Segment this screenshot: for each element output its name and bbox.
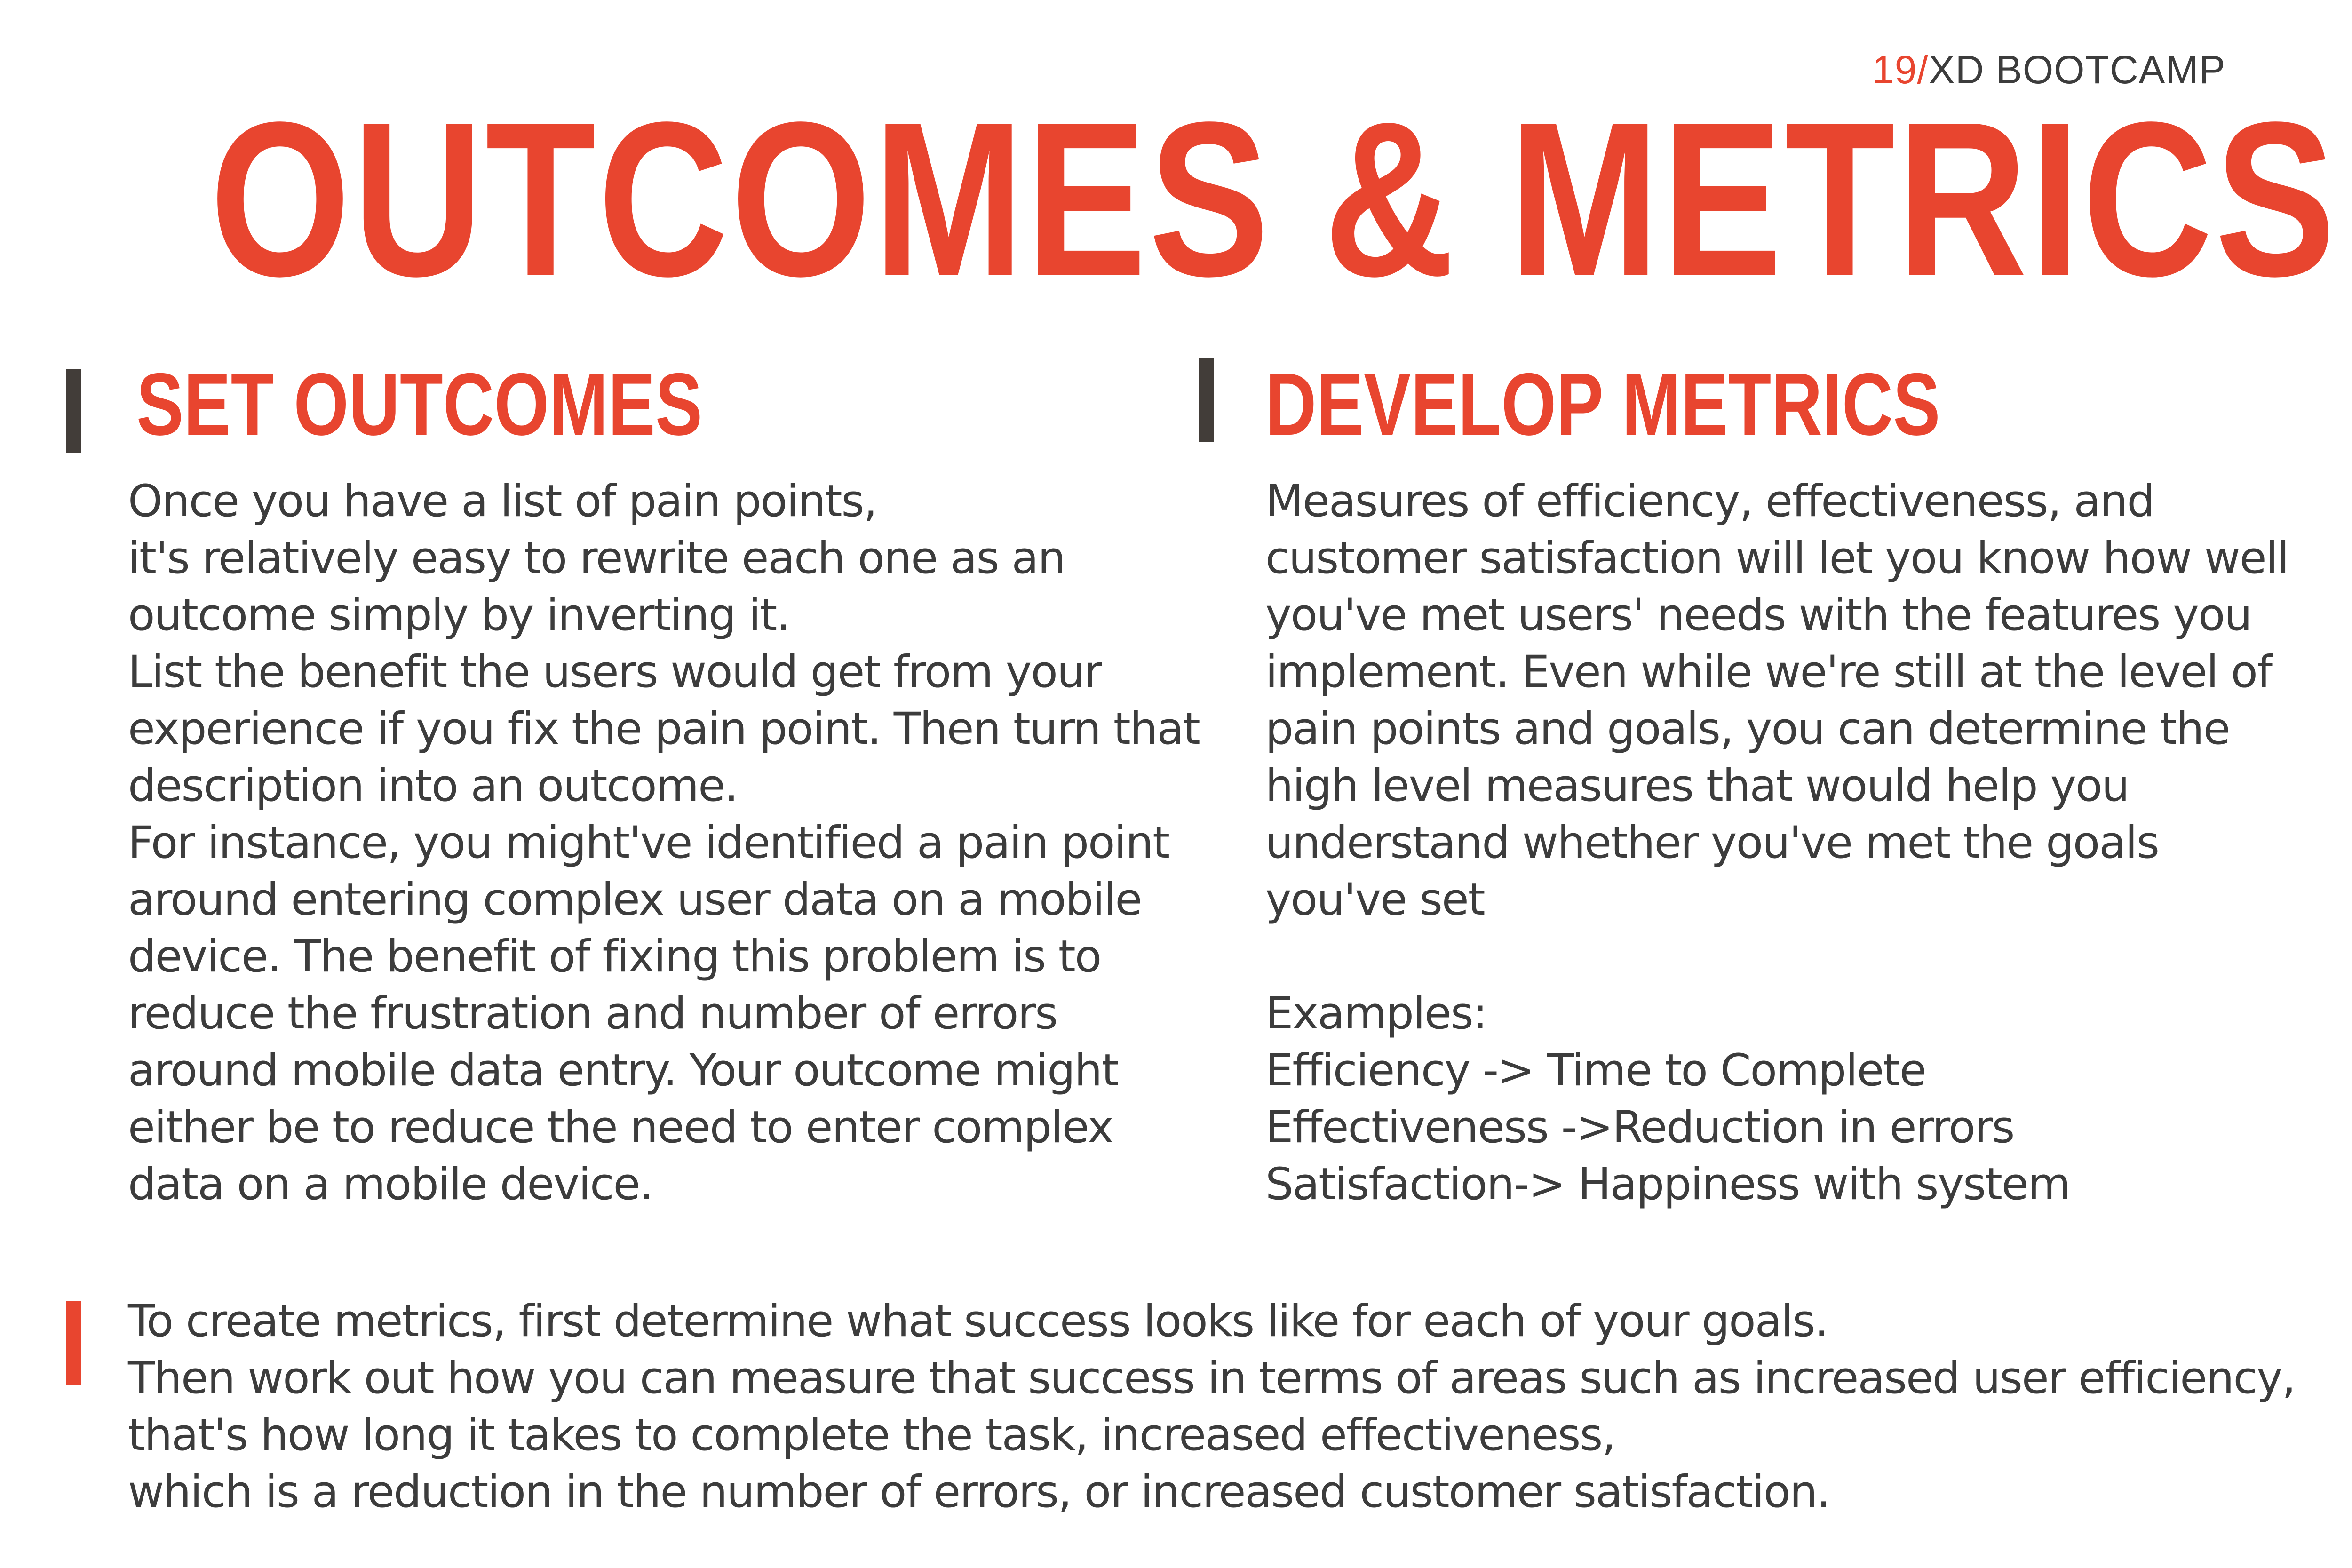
develop-metrics-spacer [1265, 928, 2288, 985]
page-title: OUTCOMES & METRICS [210, 76, 2338, 322]
set-outcomes-line: data on a mobile device. [128, 1159, 653, 1210]
set-outcomes-line: description into an outcome. [128, 760, 739, 812]
bottom-note-accent-bar [66, 1301, 81, 1385]
develop-metrics-line: high level measures that would help you [1265, 760, 2130, 812]
develop-metrics-line: implement. Even while we're still at the… [1265, 646, 2273, 698]
set-outcomes-line: For instance, you might've identified a … [128, 817, 1170, 868]
develop-metrics-line: you've met users' needs with the feature… [1265, 589, 2252, 641]
example-satisfaction: Satisfaction-> Happiness with system [1265, 1159, 2071, 1210]
bottom-note-line: Then work out how you can measure that s… [128, 1353, 2296, 1404]
set-outcomes-line: outcome simply by inverting it. [128, 589, 790, 641]
develop-metrics-accent-bar [1199, 358, 1214, 442]
develop-metrics-line: customer satisfaction will let you know … [1265, 533, 2289, 584]
set-outcomes-line: Once you have a list of pain points, [128, 476, 877, 527]
develop-metrics-line: understand whether you've met the goals [1265, 817, 2160, 868]
set-outcomes-line: reduce the frustration and number of err… [128, 988, 1058, 1039]
set-outcomes-line: around mobile data entry. Your outcome m… [128, 1045, 1119, 1096]
develop-metrics-body: Measures of efficiency, effectiveness, a… [1265, 473, 2289, 1213]
develop-metrics-line: pain points and goals, you can determine… [1265, 703, 2231, 755]
develop-metrics-line: you've set [1265, 874, 1486, 925]
set-outcomes-line: either be to reduce the need to enter co… [128, 1102, 1114, 1153]
example-effectiveness: Effectiveness ->Reduction in errors [1265, 1102, 2015, 1153]
example-efficiency: Efficiency -> Time to Complete [1265, 1045, 1927, 1096]
set-outcomes-line: List the benefit the users would get fro… [128, 646, 1102, 698]
develop-metrics-heading: DEVELOP METRICS [1265, 355, 1940, 454]
set-outcomes-line: experience if you fix the pain point. Th… [128, 703, 1200, 755]
examples-label: Examples: [1265, 988, 1487, 1039]
set-outcomes-line: around entering complex user data on a m… [128, 874, 1142, 925]
set-outcomes-line: it's relatively easy to rewrite each one… [128, 533, 1066, 584]
bottom-note-line: that's how long it takes to complete the… [128, 1409, 1616, 1461]
develop-metrics-line: Measures of efficiency, effectiveness, a… [1265, 476, 2155, 527]
set-outcomes-heading: SET OUTCOMES [136, 355, 703, 454]
bottom-note-line: which is a reduction in the number of er… [128, 1466, 1831, 1518]
bottom-note-line: To create metrics, first determine what … [128, 1296, 1828, 1347]
set-outcomes-accent-bar [66, 369, 81, 453]
set-outcomes-body: Once you have a list of pain points, it'… [128, 473, 1200, 1213]
set-outcomes-line: device. The benefit of fixing this probl… [128, 931, 1102, 982]
bottom-note: To create metrics, first determine what … [128, 1293, 2296, 1520]
